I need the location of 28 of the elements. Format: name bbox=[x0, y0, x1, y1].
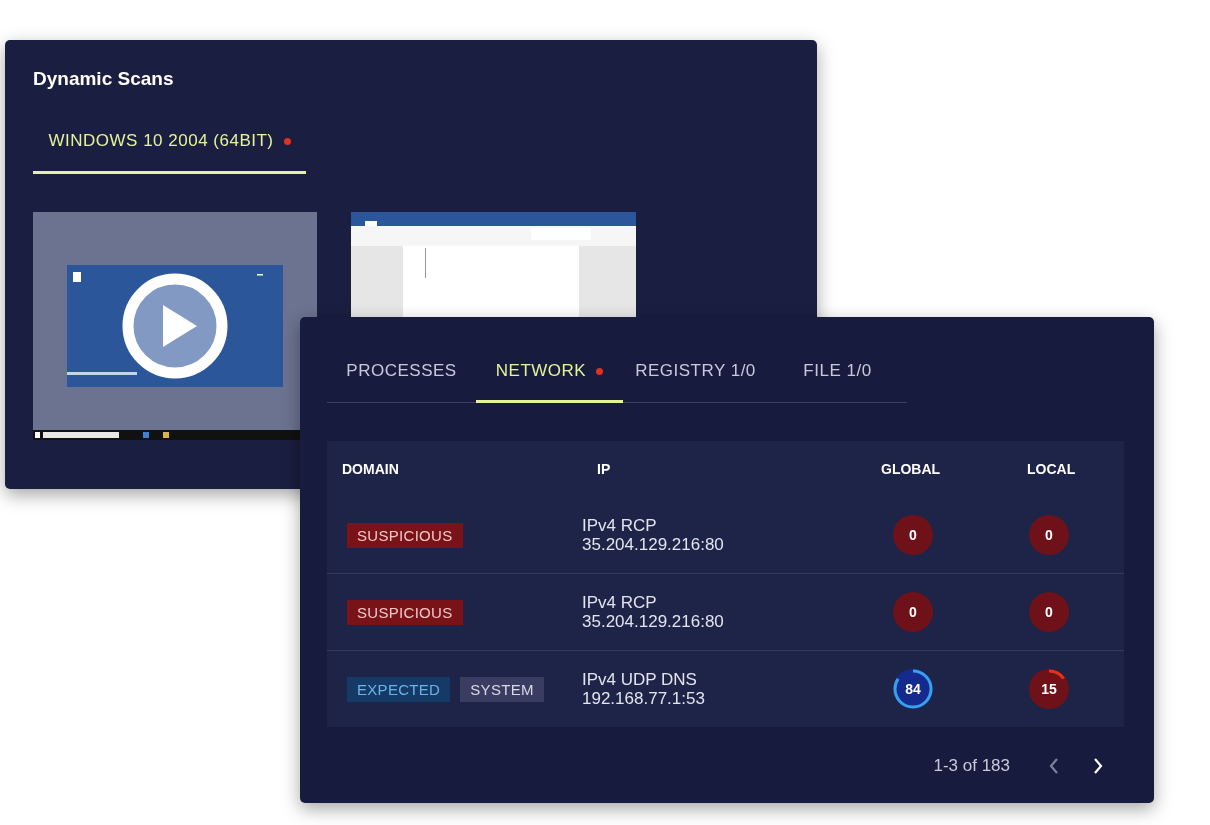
protocol-text: IPv4 UDP DNS bbox=[582, 670, 698, 689]
column-header: GLOBAL bbox=[881, 461, 941, 477]
status-tag: EXPECTED bbox=[347, 676, 451, 702]
column-header: LOCAL bbox=[1027, 461, 1076, 477]
ip-address: 192.168.77.1:53 bbox=[582, 689, 706, 708]
section-tab[interactable]: REGISTRY 1/0 bbox=[623, 355, 768, 403]
panel-title: Dynamic Scans bbox=[33, 68, 175, 90]
score-badge: 0 bbox=[893, 592, 933, 632]
score-badge: 0 bbox=[893, 515, 933, 555]
status-tag: SYSTEM bbox=[460, 676, 544, 702]
column-header: DOMAIN bbox=[341, 461, 400, 477]
score-badge: 84 bbox=[893, 669, 933, 709]
score-badge: 15 bbox=[1029, 669, 1069, 709]
protocol-text: IPv4 RCP bbox=[582, 593, 658, 612]
protocol-text: IPv4 RCP bbox=[582, 516, 658, 535]
page-range: 1-3 of 183 bbox=[933, 756, 1010, 776]
ip-address: 35.204.129.216:80 bbox=[582, 612, 725, 631]
os-tab[interactable]: WINDOWS 10 2004 (64BIT) bbox=[33, 123, 306, 174]
play-button[interactable] bbox=[121, 272, 229, 380]
status-tag: SUSPICIOUS bbox=[347, 599, 463, 625]
section-tab[interactable]: PROCESSES bbox=[327, 355, 476, 403]
column-header: IP bbox=[596, 461, 612, 477]
score-badge: 0 bbox=[1029, 592, 1069, 632]
section-tab[interactable]: FILE 1/0 bbox=[768, 355, 907, 403]
ip-address: 35.204.129.216:80 bbox=[582, 535, 725, 554]
score-badge: 0 bbox=[1029, 515, 1069, 555]
status-tag: SUSPICIOUS bbox=[347, 522, 463, 548]
section-tab[interactable]: NETWORK bbox=[476, 355, 623, 403]
